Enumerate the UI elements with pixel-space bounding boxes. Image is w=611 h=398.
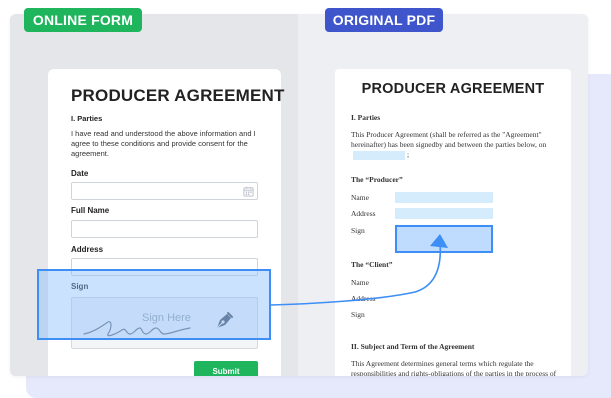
- pdf-title: PRODUCER AGREEMENT: [361, 81, 545, 97]
- date-label: Date: [71, 169, 89, 178]
- form-title: PRODUCER AGREEMENT: [71, 86, 285, 105]
- pdf-producer-name-fill: [395, 192, 493, 203]
- pdf-client-heading: The “Client”: [351, 260, 393, 269]
- pdf-producer-name-label: Name: [351, 193, 369, 202]
- pdf-producer-heading: The “Producer”: [351, 175, 403, 184]
- address-label: Address: [71, 245, 104, 254]
- consent-text: I have read and understood the above inf…: [71, 129, 256, 158]
- pdf-sign-highlight: [395, 225, 493, 253]
- pdf-client-address-label: Address: [351, 294, 376, 303]
- original-pdf-card: PRODUCER AGREEMENT I. Parties This Produ…: [335, 69, 571, 376]
- submit-button[interactable]: Submit: [194, 361, 258, 376]
- pdf-section2-text: This Agreement determines general terms …: [351, 359, 557, 376]
- pdf-section-subject: II. Subject and Term of the Agreement: [351, 342, 475, 351]
- pdf-date-fill: [353, 150, 405, 160]
- pdf-client-sign-label: Sign: [351, 310, 365, 319]
- pdf-producer-address-label: Address: [351, 209, 376, 218]
- original-pdf-badge: ORIGINAL PDF: [325, 8, 443, 32]
- pdf-section-parties: I. Parties: [351, 113, 381, 122]
- fullname-field[interactable]: [71, 220, 258, 238]
- date-field[interactable]: [71, 182, 258, 200]
- online-form-badge: ONLINE FORM: [24, 8, 142, 32]
- pdf-producer-sign-label: Sign: [351, 226, 365, 235]
- calendar-icon[interactable]: [243, 186, 254, 197]
- pdf-producer-address-fill: [395, 208, 493, 219]
- pdf-client-name-label: Name: [351, 278, 369, 287]
- pdf-intro-text: This Producer Agreement (shall be referr…: [351, 130, 547, 160]
- form-sign-highlight: [37, 269, 271, 340]
- fullname-label: Full Name: [71, 206, 110, 215]
- form-section-heading: I. Parties: [71, 114, 103, 123]
